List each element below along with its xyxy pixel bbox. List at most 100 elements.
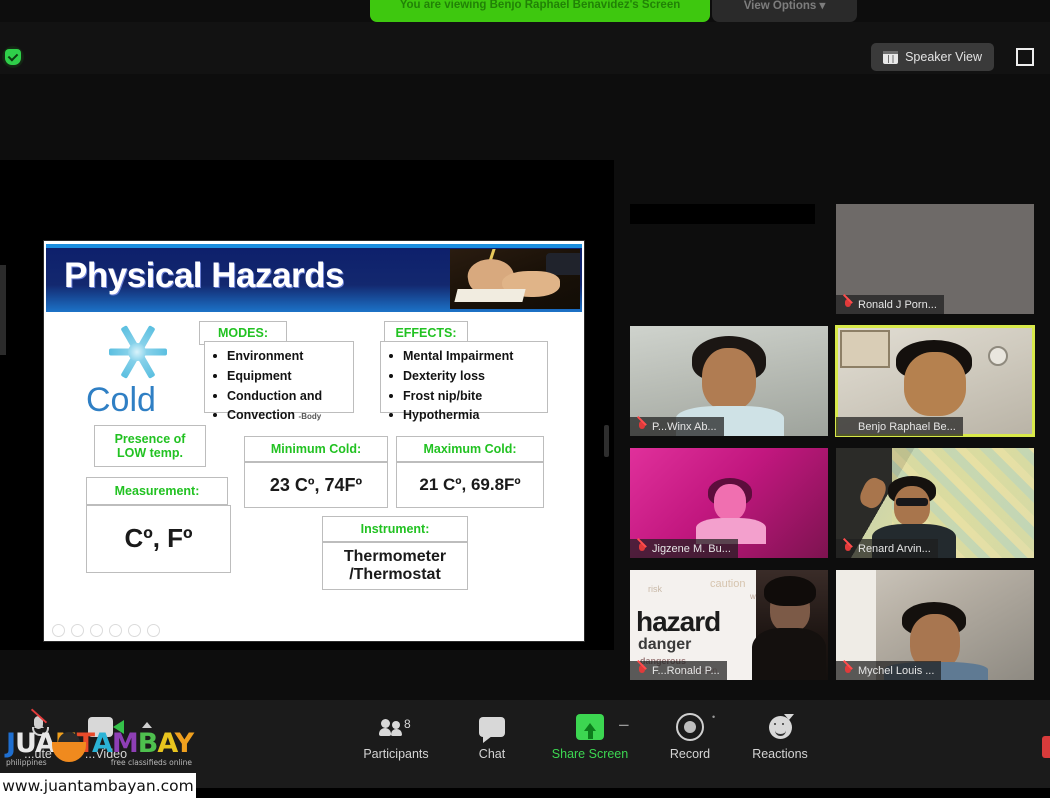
wm-letter: J	[6, 728, 15, 759]
modes-label: MODES:	[218, 326, 268, 340]
slide-header: Physical Hazards	[46, 244, 582, 312]
watermark-tagline: philippines free classifieds online	[6, 758, 192, 767]
participant-name-bar: Renard Arvin...	[836, 539, 938, 558]
max-cold-value-box: 21 Cº, 69.8Fº	[396, 462, 544, 508]
effects-item-2: Frost nip/bite	[403, 389, 482, 403]
presence-line-1: Presence of	[115, 432, 186, 446]
tile-placeholder-bar	[630, 204, 815, 224]
mic-muted-icon	[637, 421, 647, 433]
watermark-url: www.juantambayan.com	[2, 777, 194, 795]
participant-tile-active[interactable]: Benjo Raphael Be...	[836, 326, 1034, 436]
reactions-label: Reactions	[734, 747, 826, 761]
participant-name: F...Ronald P...	[652, 665, 720, 677]
participant-tile[interactable]: Ronald J Porn...	[836, 204, 1034, 314]
screen-share-notice-text: You are viewing Benjo Raphael Benavidez'…	[400, 0, 681, 11]
max-cold-label-box: Maximum Cold:	[396, 436, 544, 462]
zoom-meeting-window: You are viewing Benjo Raphael Benavidez'…	[0, 0, 1050, 788]
chat-bubble-icon	[479, 717, 505, 737]
participant-tile[interactable]	[630, 204, 828, 314]
instrument-value-box: Thermometer /Thermostat	[322, 542, 468, 590]
wordcloud-primary-word: hazard	[636, 606, 720, 638]
wm-letter: A	[92, 728, 112, 759]
participants-icon: 8	[379, 717, 413, 737]
wordcloud-secondary-word: danger	[638, 636, 691, 654]
reactions-smiley-icon	[769, 716, 792, 739]
mic-muted-icon	[843, 299, 853, 311]
list-item: Conduction and	[209, 387, 349, 407]
record-label: Record	[644, 747, 736, 761]
participant-name-bar: F...Ronald P...	[630, 661, 727, 680]
view-options-button[interactable]: View Options ▾	[712, 0, 857, 22]
slide-annotation-dots	[52, 624, 160, 637]
record-options-chevron-icon[interactable]: •	[712, 712, 715, 722]
wm-letter: Y	[175, 728, 194, 759]
participant-name-bar: Mychel Louis ...	[836, 661, 941, 680]
speaker-view-button[interactable]: Speaker View	[871, 43, 994, 71]
wm-letter: U	[15, 728, 35, 759]
watermark-tag-right: free classifieds online	[111, 758, 192, 767]
wm-letter: B	[138, 728, 158, 759]
participant-name: Renard Arvin...	[858, 543, 931, 555]
modes-item-0: Environment	[227, 349, 303, 363]
participant-name: Ronald J Porn...	[858, 299, 937, 311]
wordcloud-faint-1: risk	[648, 584, 662, 594]
max-cold-value: 21 Cº, 69.8Fº	[419, 475, 520, 495]
share-options-chevron-icon[interactable]: ⚊	[618, 714, 630, 730]
wm-letter: M	[112, 728, 138, 759]
effects-item-1: Dexterity loss	[403, 369, 485, 383]
record-button[interactable]: Record	[644, 712, 736, 761]
modes-item-1: Equipment	[227, 369, 292, 383]
participant-name-bar: P...Winx Ab...	[630, 417, 724, 436]
view-options-label: View Options ▾	[744, 0, 826, 12]
hazard-word: Cold	[86, 381, 156, 420]
modes-note: -Body	[299, 412, 322, 421]
presence-box: Presence of LOW temp.	[94, 425, 206, 467]
effects-label: EFFECTS:	[395, 326, 456, 340]
min-cold-value-box: 23 Cº, 74Fº	[244, 462, 388, 508]
fullscreen-icon[interactable]	[1016, 48, 1034, 66]
measurement-label-box: Measurement:	[86, 477, 228, 505]
instrument-line-2: /Thermostat	[349, 566, 441, 584]
share-resize-handle[interactable]	[604, 425, 609, 457]
participant-tile[interactable]: Mychel Louis ...	[836, 570, 1034, 680]
leave-meeting-button[interactable]	[1042, 736, 1050, 758]
participant-tile[interactable]: Jigzene M. Bu...	[630, 448, 828, 558]
list-item: Mental Impairment	[385, 347, 543, 367]
modes-list-box: Environment Equipment Conduction and Con…	[204, 341, 354, 413]
chat-button[interactable]: Chat	[446, 712, 538, 761]
participant-name: Jigzene M. Bu...	[652, 543, 731, 555]
list-item: Hypothermia	[385, 406, 543, 426]
participants-button[interactable]: 8 Participants	[350, 712, 442, 761]
watermark-url-bar: www.juantambayan.com	[0, 773, 196, 798]
participants-count: 8	[404, 717, 411, 731]
participant-name: Mychel Louis ...	[858, 665, 934, 677]
snowflake-icon	[102, 321, 174, 383]
modes-item-2: Conduction and	[227, 389, 322, 403]
participant-name-bar: Benjo Raphael Be...	[836, 417, 963, 436]
instrument-label: Instrument:	[361, 522, 430, 536]
shared-screen-region[interactable]: Physical Hazards Cold	[0, 160, 614, 650]
participant-tile[interactable]: risk caution warning protection hazard d…	[630, 570, 828, 680]
hand-writing-photo	[450, 249, 580, 309]
slide-header-accent	[46, 244, 582, 248]
participant-grid: Ronald J Porn... P...Winx Ab...	[630, 204, 1034, 674]
participant-tile[interactable]: P...Winx Ab...	[630, 326, 828, 436]
max-cold-label: Maximum Cold:	[423, 442, 516, 456]
min-cold-label: Minimum Cold:	[271, 442, 361, 456]
reactions-button[interactable]: Reactions	[734, 712, 826, 761]
shield-check-icon[interactable]	[2, 46, 24, 68]
screen-share-notice-banner: You are viewing Benjo Raphael Benavidez'…	[370, 0, 710, 22]
grid-view-icon	[883, 51, 898, 64]
record-icon	[676, 713, 704, 741]
list-item: Equipment	[209, 367, 349, 387]
mic-muted-icon	[843, 543, 853, 555]
meeting-stage: Physical Hazards Cold	[0, 74, 1050, 700]
speaker-view-label: Speaker View	[905, 50, 982, 64]
participant-name: P...Winx Ab...	[652, 421, 717, 433]
participant-tile[interactable]: Renard Arvin...	[836, 448, 1034, 558]
slide-left-edge	[0, 265, 6, 355]
list-item: Frost nip/bite	[385, 387, 543, 407]
share-screen-label: Share Screen	[544, 747, 636, 761]
slide-body: Cold MODES: Environment Equipment Conduc…	[44, 313, 584, 641]
watermark-tag-left: philippines	[6, 758, 47, 767]
